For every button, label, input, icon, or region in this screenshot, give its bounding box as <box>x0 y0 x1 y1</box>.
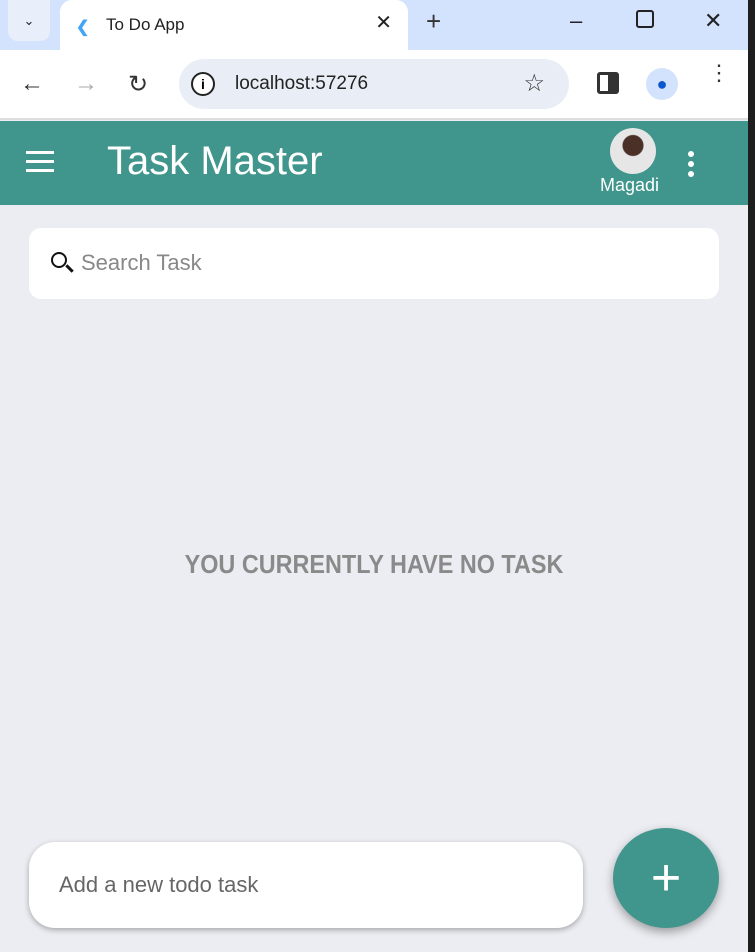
browser-tab-bar: ⌄ ❮ To Do App ✕ + – ✕ <box>0 0 748 50</box>
app-bar: Task Master Magadi <box>0 121 748 205</box>
search-icon <box>51 252 67 268</box>
menu-icon[interactable] <box>26 151 54 173</box>
add-task-input[interactable] <box>59 868 559 902</box>
back-button[interactable]: ← <box>20 70 44 98</box>
empty-state-message: YOU CURRENTLY HAVE NO TASK <box>184 549 564 579</box>
more-vert-icon[interactable] <box>688 151 696 181</box>
add-task-button[interactable]: + <box>613 828 719 928</box>
search-input[interactable] <box>81 246 701 280</box>
new-tab-button[interactable]: + <box>426 6 441 37</box>
flutter-icon: ❮ <box>76 19 90 36</box>
tab-title: To Do App <box>106 15 185 34</box>
address-bar[interactable]: i localhost:57276 ☆ <box>179 59 569 109</box>
reload-button[interactable]: ↻ <box>128 70 148 99</box>
info-icon[interactable]: i <box>191 72 215 96</box>
page-title: Task Master <box>107 139 323 183</box>
minimize-button[interactable]: – <box>570 8 582 34</box>
forward-button[interactable]: → <box>74 70 98 98</box>
window-close-button[interactable]: ✕ <box>704 8 722 34</box>
background-editor-window <box>748 0 755 952</box>
maximize-button[interactable] <box>636 10 654 28</box>
browser-toolbar: ← → ↻ i localhost:57276 ☆ ● ⋮ <box>0 50 748 120</box>
add-task-box <box>29 842 583 928</box>
avatar[interactable] <box>610 128 656 174</box>
bookmark-star-icon[interactable]: ☆ <box>523 69 545 98</box>
browser-tab[interactable]: ❮ To Do App ✕ <box>60 0 408 50</box>
url-text: localhost:57276 <box>235 73 369 94</box>
close-tab-icon[interactable]: ✕ <box>375 10 392 35</box>
side-panel-icon[interactable] <box>597 72 619 94</box>
username: Magadi <box>600 175 660 195</box>
search-box <box>29 228 719 299</box>
tab-search-button[interactable]: ⌄ <box>8 0 50 41</box>
profile-icon[interactable]: ● <box>646 68 678 100</box>
browser-menu-icon[interactable]: ⋮ <box>708 62 730 84</box>
